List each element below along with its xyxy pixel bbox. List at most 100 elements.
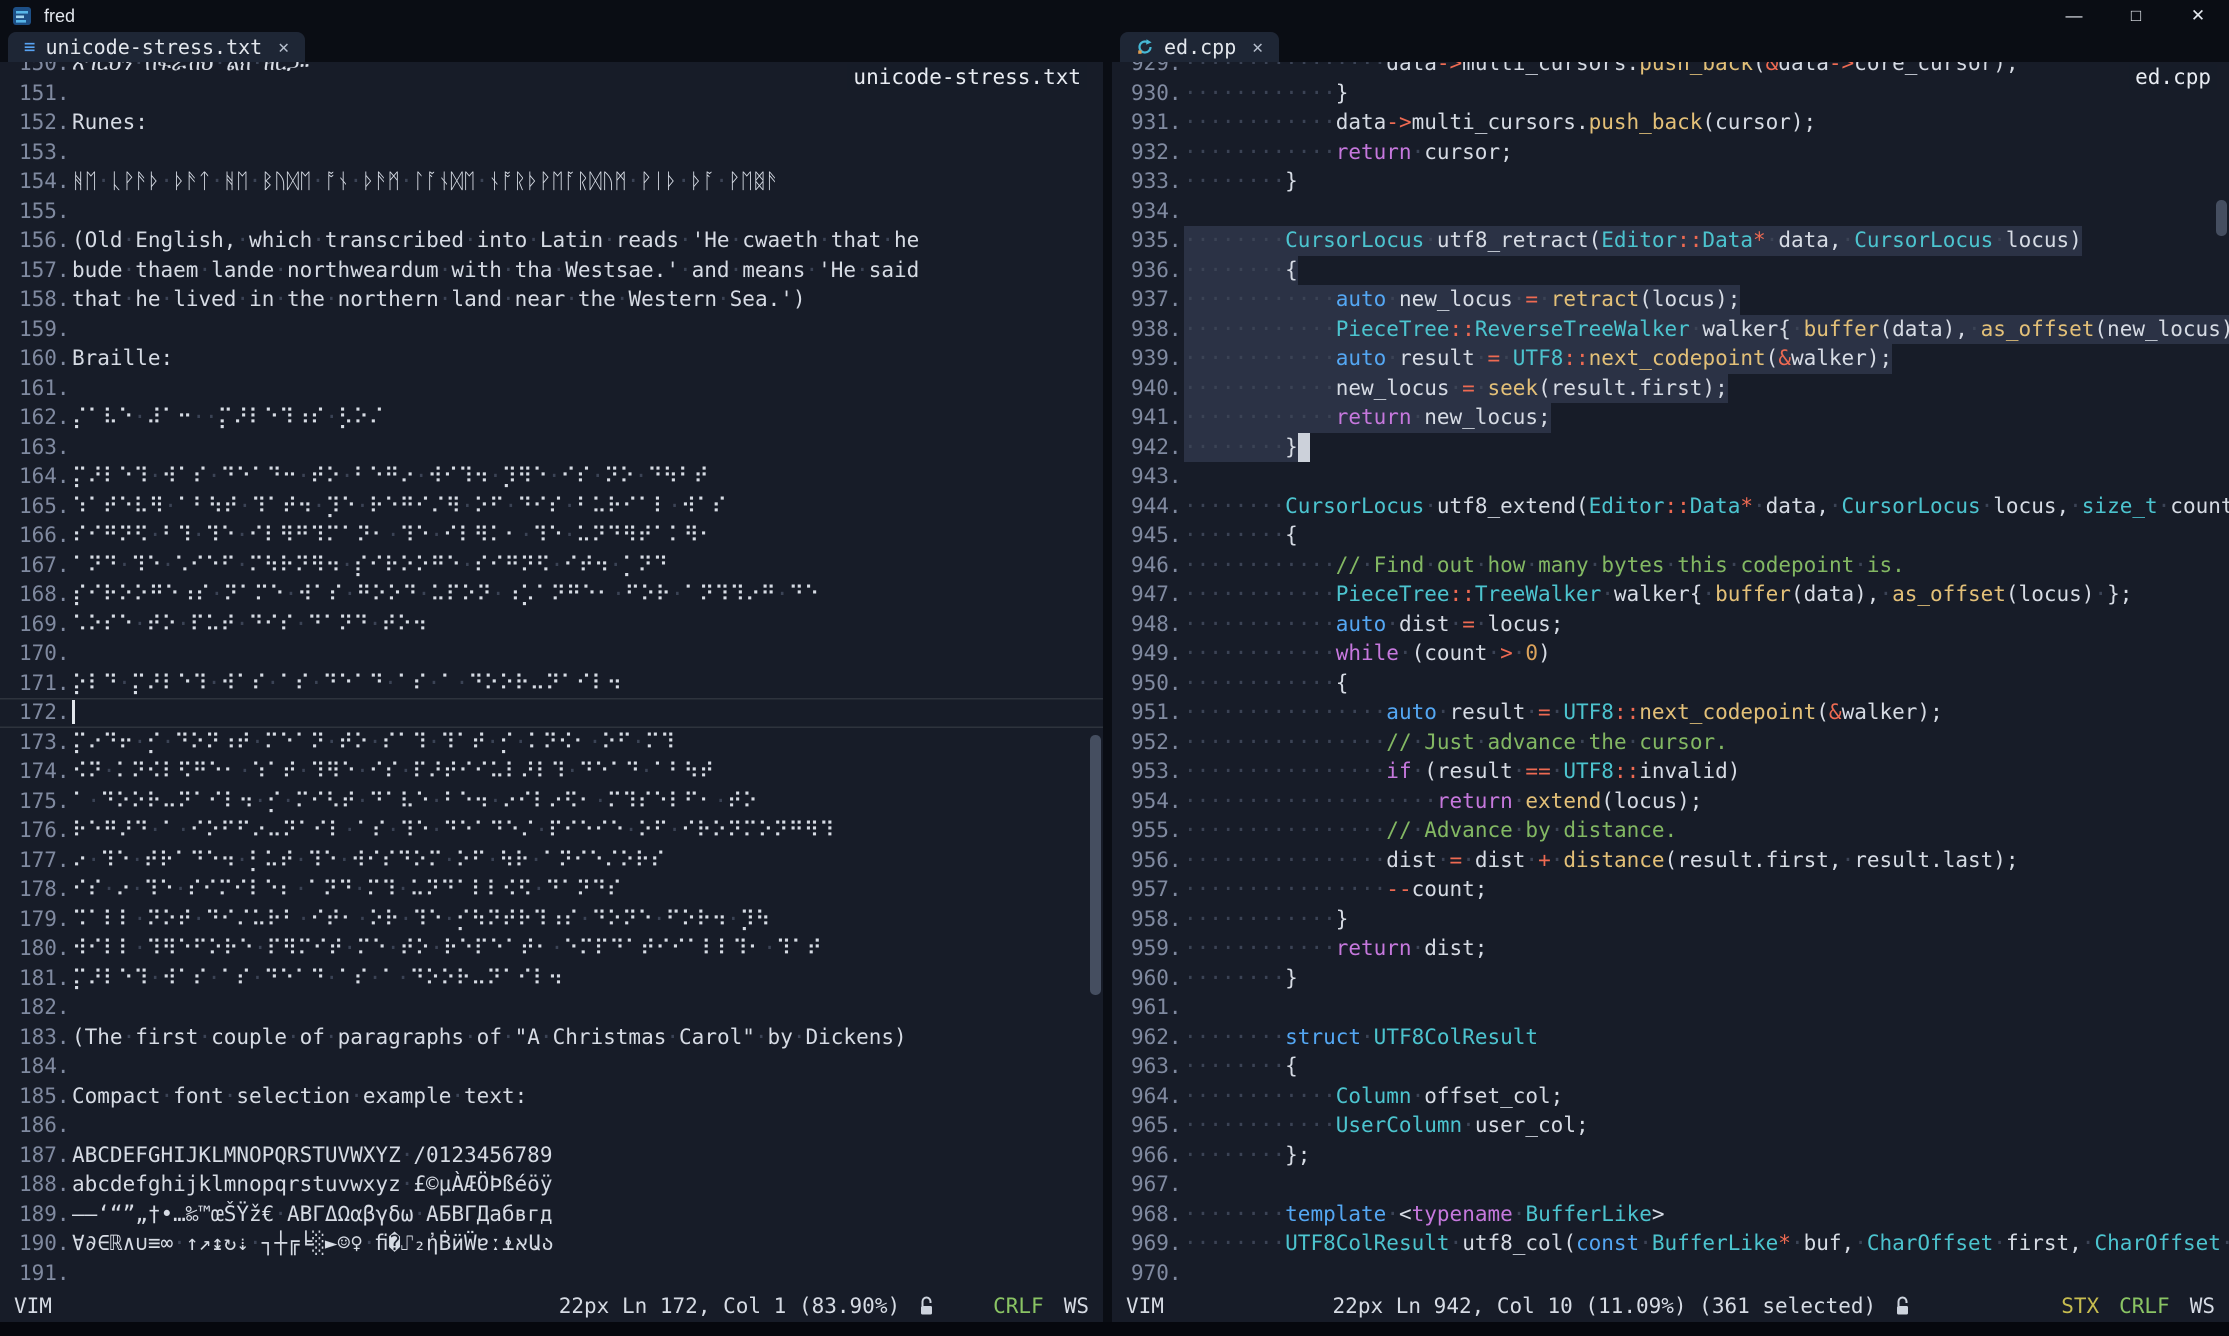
code-line[interactable]: 180.⠺⠊⠇⠇·⠹⠻⠑⠋⠕⠗⠑·⠏⠻⠍⠊⠞·⠍⠑·⠞⠕·⠗⠑⠏⠑⠁⠞⠂·⠑⠍⠏… [0, 934, 1103, 964]
code-line[interactable]: 172. [0, 698, 1103, 728]
code-line[interactable]: 165.⠱⠁⠞⠑⠧⠻·⠁⠃⠳⠞·⠹⠁⠞⠲·⡹⠑·⠗⠑⠛⠊⠌⠻·⠕⠋·⠙⠊⠎·⠃⠥… [0, 492, 1103, 522]
code-line[interactable]: 176.⠗⠑⠛⠜⠙·⠁·⠊⠕⠋⠋⠔⠤⠝⠁⠊⠇·⠁⠎·⠹⠑·⠙⠑⠁⠙⠑⠌·⠏⠊⠑⠊… [0, 816, 1103, 846]
code-line[interactable]: 958.············} [1112, 905, 2229, 935]
code-line[interactable]: 959.············return·dist; [1112, 934, 2229, 964]
code-line[interactable]: 162.⡌⠁⠧⠑·⠼⠁⠒··⡍⠜⠇⠑⠹⠰⠎·⡣⠕⠌ [0, 403, 1103, 433]
code-line[interactable]: 931.············data->multi_cursors.push… [1112, 108, 2229, 138]
lock-open-icon[interactable] [1894, 1295, 1911, 1317]
editor-pane-left[interactable]: unicode-stress.txt 150.እግርህን·በፍራሽህ·ልክ·ዘር… [0, 62, 1103, 1290]
code-line[interactable]: 955.················//·Advance·by·distan… [1112, 816, 2229, 846]
code-line[interactable]: 188.abcdefghijklmnopqrstuvwxyz·£©µÀÆÖÞßé… [0, 1170, 1103, 1200]
code-line[interactable]: 930.············} [1112, 79, 2229, 109]
code-line[interactable]: 152.Runes: [0, 108, 1103, 138]
code-line[interactable]: 177.⠔·⠹⠑·⠞⠗⠁⠙⠑⠲·⡃⠥⠞·⠹⠑·⠺⠊⠎⠙⠕⠍·⠕⠋·⠳⠗·⠁⠝⠊⠑… [0, 846, 1103, 876]
code-line[interactable]: 970. [1112, 1259, 2229, 1289]
code-line[interactable]: 941.············return·new_locus; [1112, 403, 2229, 433]
close-button[interactable]: ✕ [2167, 0, 2229, 32]
code-line[interactable]: 948.············auto·dist·=·locus; [1112, 610, 2229, 640]
code-line[interactable]: 932.············return·cursor; [1112, 138, 2229, 168]
code-line[interactable]: 170. [0, 639, 1103, 669]
code-line[interactable]: 952.················//·Just·advance·the·… [1112, 728, 2229, 758]
code-line[interactable]: 962.········struct·UTF8ColResult [1112, 1023, 2229, 1053]
status-flag-ws[interactable]: WS [2190, 1294, 2215, 1318]
code-line[interactable]: 179.⠩⠁⠇⠇·⠝⠕⠞·⠙⠊⠌⠥⠗⠃·⠊⠞⠂·⠕⠗·⠹⠑·⡊⠳⠝⠞⠗⠹⠰⠎·⠙… [0, 905, 1103, 935]
code-line[interactable]: 944.········CursorLocus·utf8_extend(Edit… [1112, 492, 2229, 522]
code-line[interactable]: 934. [1112, 197, 2229, 227]
code-line[interactable]: 155. [0, 197, 1103, 227]
code-line[interactable]: 939.············auto·result·=·UTF8::next… [1112, 344, 2229, 374]
code-line[interactable]: 935.········CursorLocus·utf8_retract(Edi… [1112, 226, 2229, 256]
code-line[interactable]: 158.that·he·lived·in·the·northern·land·n… [0, 285, 1103, 315]
editor-pane-right[interactable]: ed.cpp 929.················data->multi_c… [1112, 62, 2229, 1290]
left-scrollbar-thumb[interactable] [1090, 735, 1101, 995]
code-line[interactable]: 950.············{ [1112, 669, 2229, 699]
code-line[interactable]: 163. [0, 433, 1103, 463]
code-line[interactable]: 174.⠪⠝·⠅⠝⠪⠇⠫⠛⠑⠂·⠱⠁⠞·⠹⠻⠑·⠊⠎·⠏⠜⠞⠊⠊⠥⠇⠜⠇⠹·⠙⠑… [0, 757, 1103, 787]
code-line[interactable]: 937.············auto·new_locus·=·retract… [1112, 285, 2229, 315]
code-line[interactable]: 156.(Old·English,·which·transcribed·into… [0, 226, 1103, 256]
code-line[interactable]: 154.ᚻᛖ·ᚳᚹᚫᚦ·ᚦᚫᛏ·ᚻᛖ·ᛒᚢᛞᛖ·ᚩᚾ·ᚦᚫᛗ·ᛚᚪᚾᛞᛖ·ᚾᚩᚱ… [0, 167, 1103, 197]
status-flag-ws[interactable]: WS [1064, 1294, 1089, 1318]
code-line[interactable]: 951.················auto·result·=·UTF8::… [1112, 698, 2229, 728]
code-line[interactable]: 175.⠁·⠙⠕⠕⠗⠤⠝⠁⠊⠇⠲·⡊·⠍⠊⠣⠞·⠙⠁⠧⠑·⠃⠑⠲·⠔⠊⠇⠔⠫⠂·… [0, 787, 1103, 817]
code-line[interactable]: 956.················dist·=·dist·+·distan… [1112, 846, 2229, 876]
pane-divider[interactable] [1103, 32, 1112, 1322]
tab-ed-cpp[interactable]: ed.cpp ✕ [1120, 32, 1279, 62]
code-line[interactable]: 946.············//·Find·out·how·many·byt… [1112, 551, 2229, 581]
code-line[interactable]: 161. [0, 374, 1103, 404]
code-line[interactable]: 968.········template·<typename·BufferLik… [1112, 1200, 2229, 1230]
code-line[interactable]: 185.Compact·font·selection·example·text: [0, 1082, 1103, 1112]
code-line[interactable]: 960.········} [1112, 964, 2229, 994]
code-line[interactable]: 969.········UTF8ColResult·utf8_col(const… [1112, 1229, 2229, 1259]
code-line[interactable]: 168.⡎⠊⠗⠕⠕⠛⠑⠰⠎·⠝⠁⠍⠑·⠺⠁⠎·⠛⠕⠕⠙·⠥⠏⠕⠝·⠰⡡⠁⠝⠛⠑⠂… [0, 580, 1103, 610]
code-line[interactable]: 957.················--count; [1112, 875, 2229, 905]
code-line[interactable]: 189.–—‘“”„†•…‰™œŠŸž€·ΑΒΓΔΩαβγδω·АБВГДабв… [0, 1200, 1103, 1230]
maximize-button[interactable]: □ [2105, 0, 2167, 32]
code-line[interactable]: 938.············PieceTree::ReverseTreeWa… [1112, 315, 2229, 345]
code-line[interactable]: 947.············PieceTree::TreeWalker·wa… [1112, 580, 2229, 610]
code-line[interactable]: 933.········} [1112, 167, 2229, 197]
lock-open-icon[interactable] [918, 1295, 935, 1317]
code-line[interactable]: 181.⡍⠜⠇⠑⠹·⠺⠁⠎·⠁⠎·⠙⠑⠁⠙·⠁⠎·⠁·⠙⠕⠕⠗⠤⠝⠁⠊⠇⠲ [0, 964, 1103, 994]
tab-unicode-stress-txt[interactable]: ≡ unicode-stress.txt ✕ [8, 32, 305, 62]
code-line[interactable]: 936.········{ [1112, 256, 2229, 286]
code-line[interactable]: 187.ABCDEFGHIJKLMNOPQRSTUVWXYZ·/01234567… [0, 1141, 1103, 1171]
code-line[interactable]: 965.············UserColumn·user_col; [1112, 1111, 2229, 1141]
code-line[interactable]: 191. [0, 1259, 1103, 1289]
code-line[interactable]: 173.⡍⠔⠙⠖·⡊·⠙⠕⠝⠰⠞·⠍⠑⠁⠝·⠞⠕·⠎⠁⠹·⠹⠁⠞·⡊·⠅⠝⠪⠂·… [0, 728, 1103, 758]
code-line[interactable]: 169.⠡⠕⠎⠑·⠞⠕·⠏⠥⠞·⠙⠊⠎·⠙⠁⠝⠙·⠞⠕⠲ [0, 610, 1103, 640]
code-line[interactable]: 945.········{ [1112, 521, 2229, 551]
status-flag-crlf[interactable]: CRLF [993, 1294, 1044, 1318]
code-line[interactable]: 954.····················return·extend(lo… [1112, 787, 2229, 817]
code-line[interactable]: 967. [1112, 1170, 2229, 1200]
code-line[interactable]: 157.bude·thaem·lande·northweardum·with·t… [0, 256, 1103, 286]
code-line[interactable]: 159. [0, 315, 1103, 345]
code-line[interactable]: 963.········{ [1112, 1052, 2229, 1082]
code-line[interactable]: 164.⡍⠜⠇⠑⠹·⠺⠁⠎·⠙⠑⠁⠙⠒·⠞⠕·⠃⠑⠛⠔·⠺⠊⠹⠲·⡹⠻⠑·⠊⠎·… [0, 462, 1103, 492]
status-flag-stx[interactable]: STX [2061, 1294, 2099, 1318]
code-line[interactable]: 949.············while·(count·>·0) [1112, 639, 2229, 669]
code-line[interactable]: 178.⠊⠎·⠔·⠹⠑·⠎⠊⠍⠊⠇⠑⠆·⠁⠝⠙·⠍⠹·⠥⠝⠙⠁⠇⠇⠪⠫·⠙⠁⠝⠙… [0, 875, 1103, 905]
code-line[interactable]: 153. [0, 138, 1103, 168]
right-scrollbar-thumb[interactable] [2216, 200, 2227, 236]
code-line[interactable]: 167.⠁⠝⠙·⠹⠑·⠡⠊⠑⠋·⠍⠳⠗⠝⠻⠲·⡎⠊⠗⠕⠕⠛⠑·⠎⠊⠛⠝⠫·⠊⠞⠲… [0, 551, 1103, 581]
code-line[interactable]: 184. [0, 1052, 1103, 1082]
code-line[interactable]: 943. [1112, 462, 2229, 492]
code-line[interactable]: 966.········}; [1112, 1141, 2229, 1171]
code-line[interactable]: 160.Braille: [0, 344, 1103, 374]
code-line[interactable]: 171.⡕⠇⠙·⡍⠜⠇⠑⠹·⠺⠁⠎·⠁⠎·⠙⠑⠁⠙·⠁⠎·⠁·⠙⠕⠕⠗⠤⠝⠁⠊⠇… [0, 669, 1103, 699]
code-line[interactable]: 186. [0, 1111, 1103, 1141]
code-line[interactable]: 183.(The·first·couple·of·paragraphs·of·"… [0, 1023, 1103, 1053]
tab-close-button[interactable]: ✕ [1252, 37, 1263, 58]
code-line[interactable]: 953.················if·(result·==·UTF8::… [1112, 757, 2229, 787]
tab-close-button[interactable]: ✕ [278, 37, 289, 58]
code-line[interactable]: 942.········} [1112, 433, 2229, 463]
code-line[interactable]: 961. [1112, 993, 2229, 1023]
code-line[interactable]: 190.∀∂∈ℝ∧∪≡∞·↑↗↨↻⇣·┐┼╔╘░►☺♀·ﬁ�⑀₂ἠḂӥẄɐː⍎א… [0, 1229, 1103, 1259]
minimize-button[interactable]: — [2043, 0, 2105, 32]
code-line[interactable]: 929.················data->multi_cursors.… [1112, 62, 2229, 79]
code-line[interactable]: 166.⠎⠊⠛⠝⠫·⠃⠹·⠹⠑·⠊⠇⠻⠛⠹⠍⠁⠝⠂·⠹⠑·⠊⠇⠻⠅⠂·⠹⠑·⠥⠝… [0, 521, 1103, 551]
code-line[interactable]: 940.············new_locus·=·seek(result.… [1112, 374, 2229, 404]
code-line[interactable]: 182. [0, 993, 1103, 1023]
status-flag-crlf[interactable]: CRLF [2119, 1294, 2170, 1318]
